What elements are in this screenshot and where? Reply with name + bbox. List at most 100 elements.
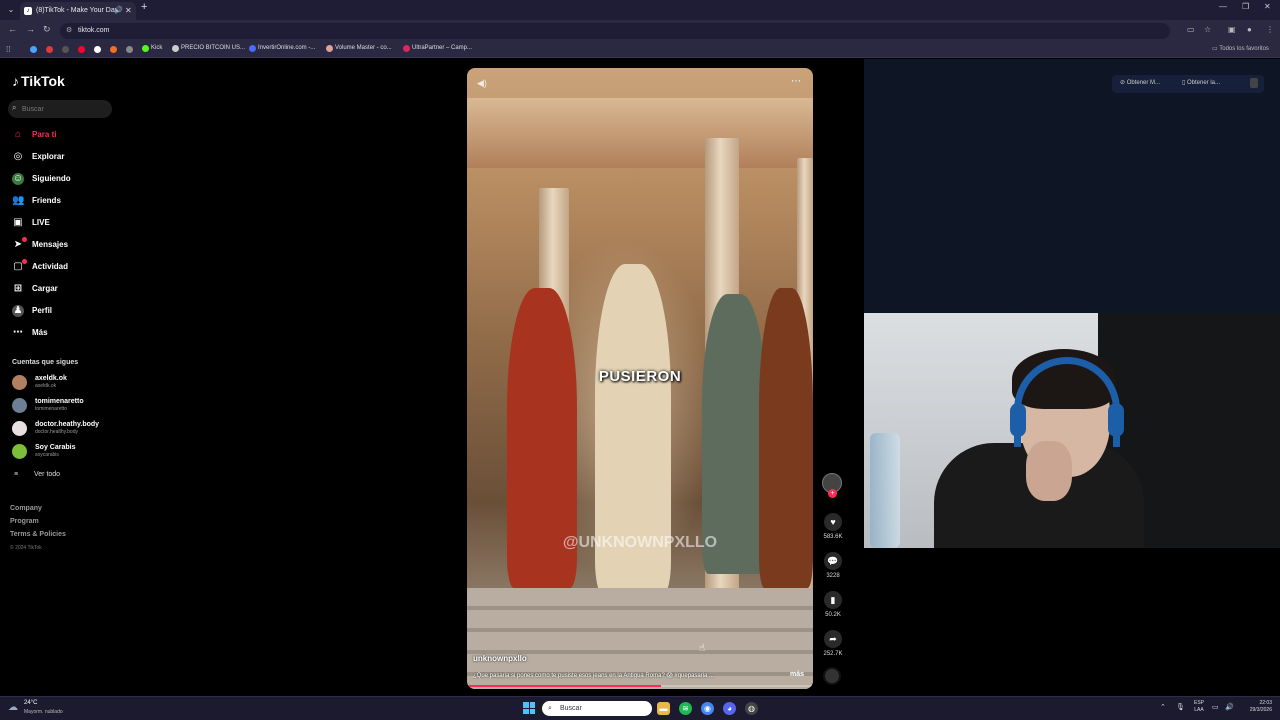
install-app-icon[interactable]: ▭ <box>1187 25 1195 34</box>
follow-plus-icon[interactable]: + <box>828 489 837 498</box>
back-icon[interactable]: ← <box>8 24 17 34</box>
url-field[interactable]: ⚙ tiktok.com <box>60 23 1170 39</box>
nav-item-explorar[interactable]: ◎ Explorar <box>10 148 114 166</box>
reload-icon[interactable]: ↻ <box>43 24 51 35</box>
restore-icon[interactable]: ❐ <box>1242 2 1249 11</box>
avatar <box>12 398 27 413</box>
new-tab-icon[interactable]: + <box>141 1 147 13</box>
tab-close-icon[interactable]: ✕ <box>125 2 132 20</box>
music-disc-icon[interactable] <box>823 667 841 685</box>
extension-button-2[interactable]: ▯ Obtener la... <box>1182 79 1220 86</box>
extension-icon[interactable]: ▣ <box>1228 25 1236 34</box>
taskbar-clock[interactable]: 22:03 29/3/2026 <box>1240 700 1272 714</box>
bookmark-volume-master[interactable]: Volume Master - co... <box>326 45 392 52</box>
tab-tiktok[interactable]: ♪ (8)TikTok - Make Your Day 🔊 ✕ <box>20 2 136 20</box>
nav-item-friends[interactable]: 👥 Friends <box>10 192 114 210</box>
bookmark-star-icon[interactable]: ☆ <box>1204 25 1211 34</box>
list-icon: ≡ <box>14 471 19 478</box>
search-icon[interactable]: ⌕ <box>12 103 16 113</box>
extension-button-1[interactable]: ⊘ Obtener M... <box>1120 79 1160 86</box>
right-empty-area <box>864 548 1280 695</box>
file-explorer-icon[interactable]: ▬ <box>657 702 670 715</box>
minimize-icon[interactable]: — <box>1219 2 1227 11</box>
language-indicator[interactable]: ESP LAA <box>1194 700 1204 714</box>
headset-ear-right <box>1108 403 1124 437</box>
following-account[interactable]: doctor.heathy.body doctor.healthy.body <box>12 419 122 439</box>
nav-item-perfil[interactable]: ♟ Perfil <box>10 302 114 320</box>
apps-icon[interactable]: ⁞⁞ <box>6 45 10 54</box>
video-progress-bar[interactable] <box>467 685 813 687</box>
following-account[interactable]: axeldk.ok axeldk.ok <box>12 373 122 393</box>
share-button[interactable]: ➦ 252.7K <box>821 630 845 657</box>
profile-avatar-icon: ♟ <box>12 305 24 317</box>
microphone-icon[interactable]: 🎙 <box>1176 703 1185 711</box>
live-icon: ▣ <box>13 217 23 228</box>
footer-program[interactable]: Program <box>10 518 39 525</box>
youtube-icon[interactable] <box>78 46 85 53</box>
messages-badge <box>22 237 27 242</box>
spotify-icon[interactable]: ≋ <box>679 702 692 715</box>
save-button[interactable]: ▮ 50.2K <box>821 591 845 618</box>
bookmark-icon-3[interactable] <box>62 46 69 53</box>
nav-item-actividad[interactable]: ▢ Actividad <box>10 258 114 276</box>
browser-menu-icon[interactable]: ⋮ <box>1266 25 1274 34</box>
extension-pin-icon[interactable] <box>1250 78 1258 88</box>
bookmark-icon-5[interactable] <box>94 46 101 53</box>
tab-audio-icon[interactable]: 🔊 <box>114 2 123 20</box>
volume-icon[interactable]: ◀) <box>477 78 487 89</box>
speaker-icon[interactable]: 🔊 <box>1225 703 1234 711</box>
forward-icon[interactable]: → <box>26 24 35 34</box>
nav-item-live[interactable]: ▣ LIVE <box>10 214 114 232</box>
following-account[interactable]: Soy Carabis soycarabis <box>12 442 122 462</box>
search-input[interactable] <box>22 102 108 116</box>
nav-item-cargar[interactable]: ⊞ Cargar <box>10 280 114 298</box>
following-icon: ☺ <box>12 173 24 185</box>
obs-icon[interactable]: ◍ <box>745 702 758 715</box>
search-box[interactable]: ⌕ <box>8 100 112 118</box>
video-author[interactable]: unknownpxllo <box>473 654 527 663</box>
bookmark-icon-2[interactable] <box>46 46 53 53</box>
tiktok-logo[interactable]: ♪ TikTok <box>12 73 65 89</box>
comment-button[interactable]: 💬 3228 <box>821 552 845 579</box>
all-bookmarks-folder[interactable]: ▭ Todos los favoritos <box>1212 45 1269 52</box>
network-icon[interactable]: ▭ <box>1212 703 1219 711</box>
tiktok-page: ♪TikTok ⌕ ⌂ Para ti ◎ Explorar ☺ Siguien… <box>0 59 864 695</box>
taskbar-search[interactable]: ⌕ Buscar <box>542 701 652 716</box>
bookmark-bitcoin[interactable]: PRECIO BITCOIN US... <box>172 45 245 52</box>
kick-icon <box>142 45 149 52</box>
bookmark-kick[interactable]: Kick <box>142 45 162 52</box>
see-all-link[interactable]: ≡ Ver todo <box>12 471 60 478</box>
tab-search-icon[interactable]: ⌄ <box>4 3 18 17</box>
like-count: 583.6K <box>823 534 843 540</box>
footer-terms[interactable]: Terms & Policies <box>10 531 66 538</box>
site-info-icon[interactable]: ⚙ <box>66 23 72 39</box>
windows-start-icon[interactable] <box>523 702 535 714</box>
video-scene-roof <box>467 98 813 168</box>
bitcoin-site-icon <box>172 45 179 52</box>
volume-master-icon <box>326 45 333 52</box>
nav-item-mensajes[interactable]: ➤ Mensajes <box>10 236 114 254</box>
nav-item-mas[interactable]: ⋯ Más <box>10 324 114 342</box>
following-account[interactable]: tomimenaretto tomimenaretto <box>12 396 122 416</box>
bookmark-icon-7[interactable] <box>126 46 133 53</box>
activity-badge <box>22 259 27 264</box>
profile-icon[interactable]: ● <box>1247 25 1252 34</box>
bookmark-icon-6[interactable] <box>110 46 117 53</box>
nav-item-siguiendo[interactable]: ☺ Siguiendo <box>10 170 114 188</box>
video-more-link[interactable]: más <box>790 671 804 678</box>
bookmark-invertironline[interactable]: InvertirOnline.com -... <box>249 45 315 52</box>
chrome-icon[interactable]: ◉ <box>701 702 714 715</box>
tray-chevron-icon[interactable]: ⌃ <box>1160 703 1166 711</box>
webcam-bottle <box>870 433 900 548</box>
discord-icon[interactable]: ◕ <box>723 702 736 715</box>
nav-item-para-ti[interactable]: ⌂ Para ti <box>10 126 114 144</box>
like-button[interactable]: ♥ 583.6K <box>821 513 845 540</box>
bookmark-ultrapartner[interactable]: UltraPartner – Camp... <box>403 45 472 52</box>
window-close-icon[interactable]: ✕ <box>1264 2 1271 11</box>
footer-company[interactable]: Company <box>10 505 42 512</box>
webcam-person-hand <box>1026 441 1072 501</box>
video-player[interactable]: ◀) ⋯ PUSIERON @UNKNOWNPXLLO unknownpxllo… <box>467 68 813 689</box>
video-caption-word: PUSIERON <box>598 368 682 385</box>
more-options-icon[interactable]: ⋯ <box>791 76 801 87</box>
bookmark-icon-1[interactable] <box>30 46 37 53</box>
